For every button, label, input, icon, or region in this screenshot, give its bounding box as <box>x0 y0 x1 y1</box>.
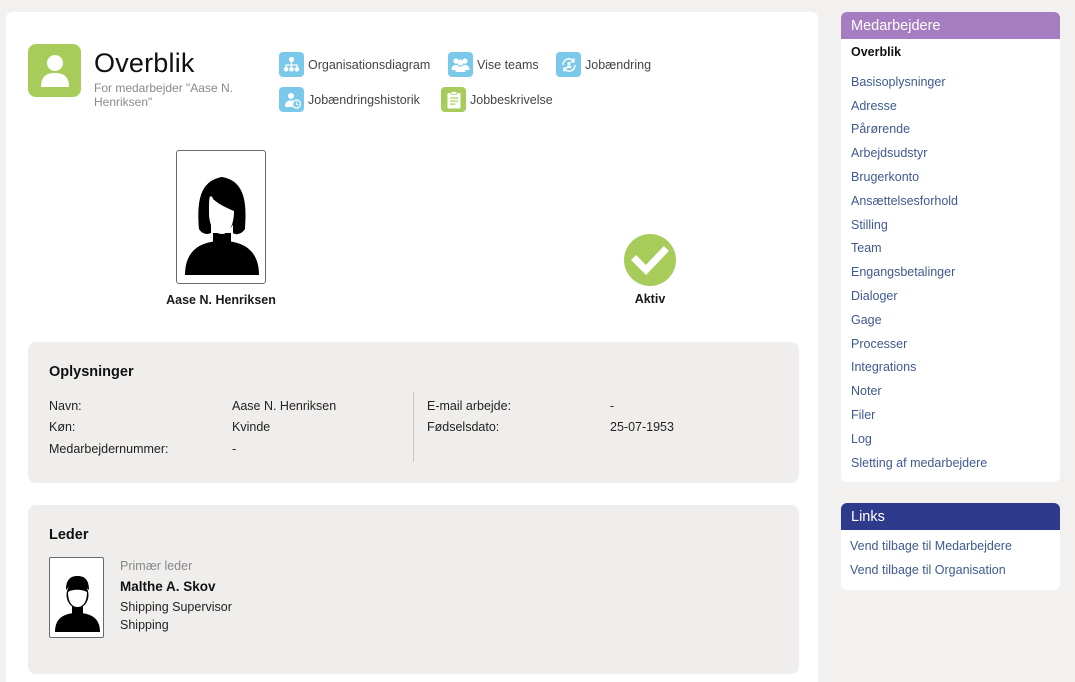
main-content: Overblik For medarbejder "Aase N. Henrik… <box>6 12 818 682</box>
info-label: Navn: <box>49 399 82 413</box>
nav-item-engangsbetalinger[interactable]: Engangsbetalinger <box>841 261 1060 285</box>
nav-item-noter[interactable]: Noter <box>841 380 1060 404</box>
manager-name[interactable]: Malthe A. Skov <box>120 579 216 594</box>
info-value: - <box>610 399 615 413</box>
nav-item-overblik[interactable]: Overblik <box>841 41 1060 65</box>
org-chart-icon <box>279 52 304 77</box>
nav-item-ansaettelsesforhold[interactable]: Ansættelsesforhold <box>841 190 1060 214</box>
employee-nav-list: Overblik Basisoplysninger Adresse Pårøre… <box>841 39 1060 475</box>
info-label: Køn: <box>49 420 76 434</box>
view-teams-label: Vise teams <box>477 57 539 72</box>
job-history-label: Jobændringshistorik <box>308 92 420 107</box>
manager-role: Primær leder <box>120 559 193 573</box>
info-label: E-mail arbejde: <box>427 399 512 413</box>
nav-item-gage[interactable]: Gage <box>841 309 1060 333</box>
nav-item-basisoplysninger[interactable]: Basisoplysninger <box>841 71 1060 95</box>
info-value: Kvinde <box>232 420 271 434</box>
manager-department: Shipping <box>120 618 169 632</box>
page-title: Overblik <box>94 48 195 78</box>
status-check-icon <box>623 233 677 287</box>
info-label: Fødselsdato: <box>427 420 500 434</box>
job-history-icon <box>279 87 304 112</box>
clipboard-icon <box>441 87 466 112</box>
links-panel: Links Vend tilbage til Medarbejdere Vend… <box>841 503 1060 590</box>
org-chart-label: Organisationsdiagram <box>308 57 431 72</box>
nav-item-log[interactable]: Log <box>841 428 1060 452</box>
info-card-title: Oplysninger <box>49 364 134 380</box>
job-change-button[interactable]: Jobændring <box>556 52 651 77</box>
view-teams-button[interactable]: Vise teams <box>448 52 539 77</box>
manager-photo[interactable] <box>49 557 104 638</box>
job-change-label: Jobændring <box>585 57 652 72</box>
info-card: Oplysninger Navn: Aase N. Henriksen Køn:… <box>28 342 799 483</box>
job-description-button[interactable]: Jobbeskrivelse <box>441 87 553 112</box>
nav-item-filer[interactable]: Filer <box>841 404 1060 428</box>
link-back-to-organisation[interactable]: Vend tilbage til Organisation <box>841 558 1060 582</box>
job-change-icon <box>556 52 581 77</box>
status-label: Aktiv <box>634 292 666 306</box>
nav-item-paarorende[interactable]: Pårørende <box>841 118 1060 142</box>
job-history-button[interactable]: Jobændringshistorik <box>279 87 420 112</box>
nav-item-arbejdsudstyr[interactable]: Arbejdsudstyr <box>841 142 1060 166</box>
employee-nav-panel: Medarbejdere Overblik Basisoplysninger A… <box>841 12 1060 482</box>
nav-item-dialoger[interactable]: Dialoger <box>841 285 1060 309</box>
info-value: - <box>232 442 237 456</box>
nav-item-brugerkonto[interactable]: Brugerkonto <box>841 166 1060 190</box>
nav-item-sletting[interactable]: Sletting af medarbejdere <box>841 452 1060 476</box>
job-description-label: Jobbeskrivelse <box>470 92 553 107</box>
employee-icon <box>28 44 81 97</box>
employee-photo <box>176 150 266 284</box>
team-icon <box>448 52 473 77</box>
nav-item-processer[interactable]: Processer <box>841 333 1060 357</box>
link-back-to-employees[interactable]: Vend tilbage til Medarbejdere <box>841 534 1060 558</box>
info-value: Aase N. Henriksen <box>232 399 337 413</box>
employee-nav-title: Medarbejdere <box>841 12 1060 39</box>
nav-item-adresse[interactable]: Adresse <box>841 95 1060 119</box>
info-label: Medarbejdernummer: <box>49 442 169 456</box>
links-title: Links <box>841 503 1060 530</box>
org-chart-button[interactable]: Organisationsdiagram <box>279 52 430 77</box>
info-value: 25-07-1953 <box>610 420 674 434</box>
nav-item-integrations[interactable]: Integrations <box>841 356 1060 380</box>
manager-card-title: Leder <box>49 527 89 543</box>
links-list: Vend tilbage til Medarbejdere Vend tilba… <box>841 530 1060 582</box>
manager-position: Shipping Supervisor <box>120 600 232 614</box>
nav-item-stilling[interactable]: Stilling <box>841 214 1060 238</box>
info-divider <box>413 392 414 462</box>
manager-card: Leder Primær leder Malthe A. Skov Shippi… <box>28 505 799 674</box>
page-subtitle: For medarbejder "Aase N. Henriksen" <box>94 81 233 109</box>
nav-item-team[interactable]: Team <box>841 237 1060 261</box>
employee-name: Aase N. Henriksen <box>166 293 276 307</box>
